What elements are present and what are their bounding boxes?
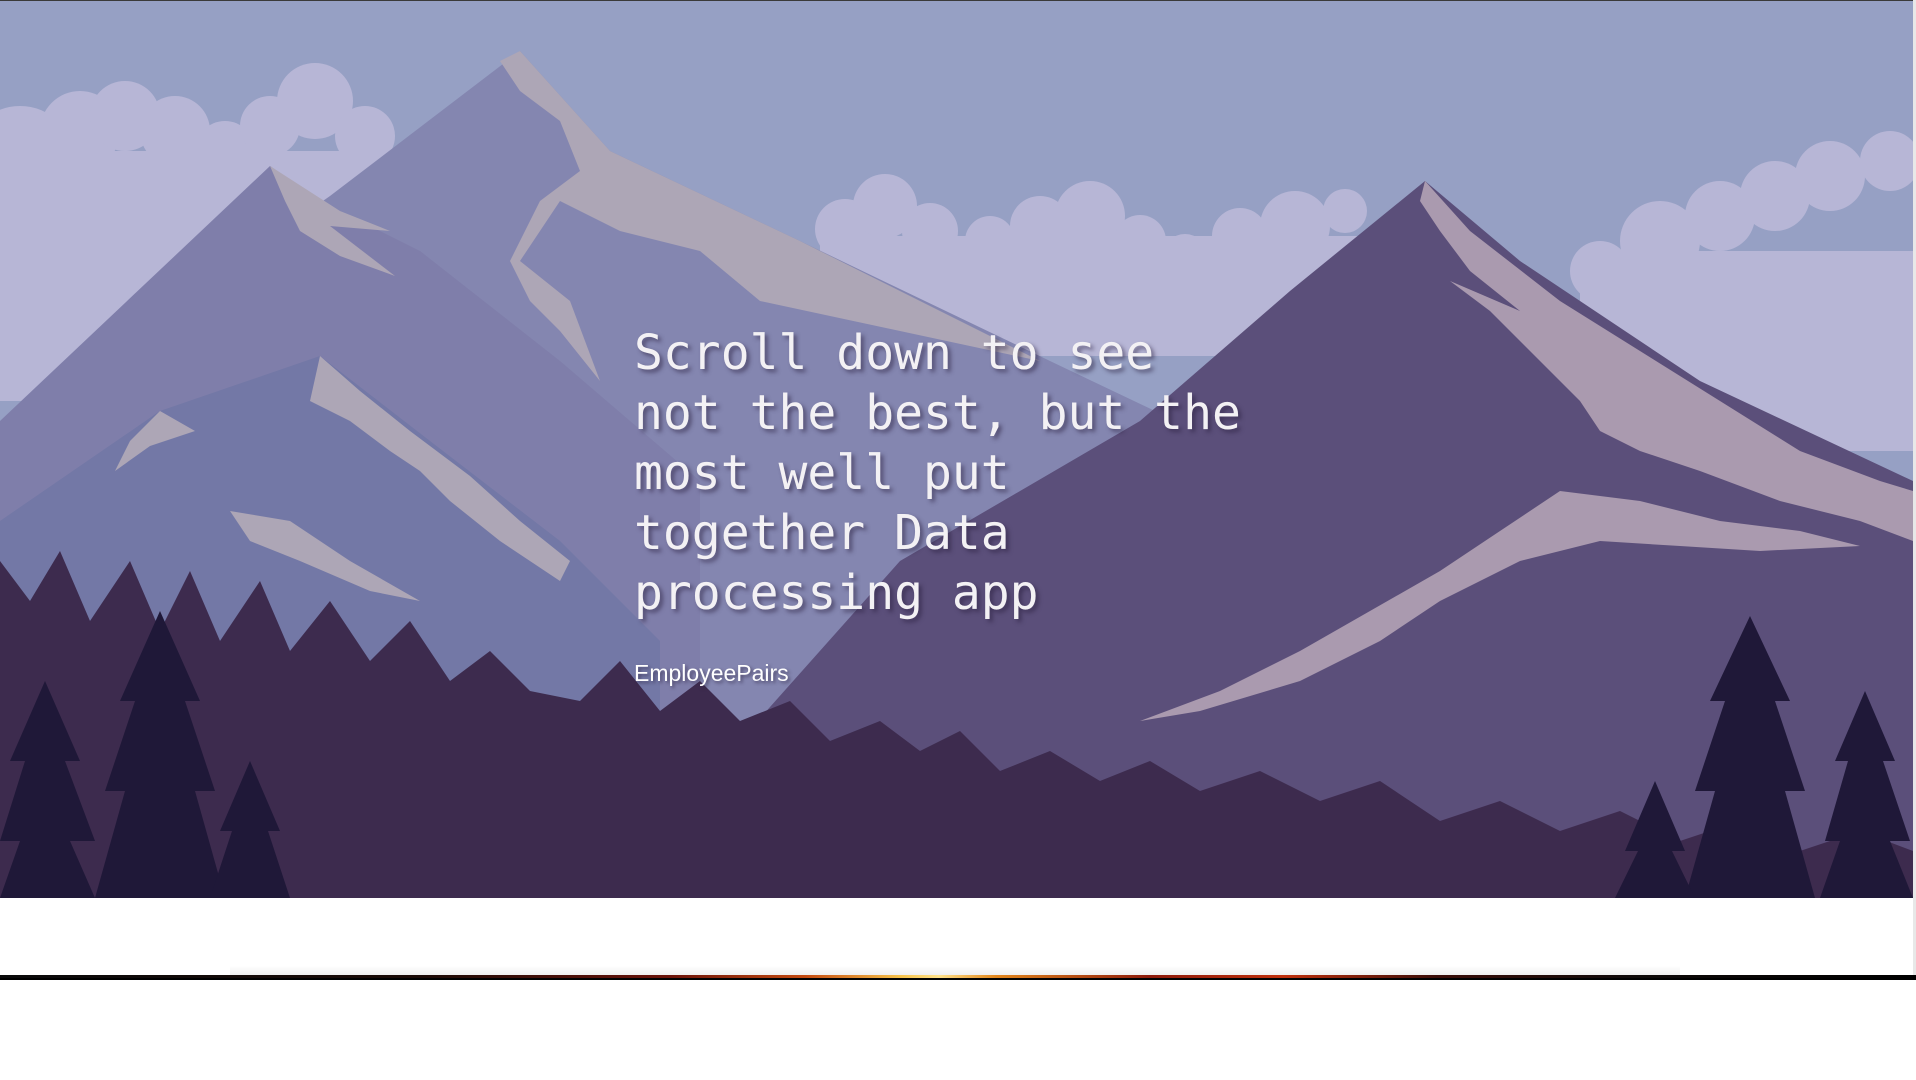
headline-line: not the best, but the <box>634 385 1241 441</box>
headline-line: Scroll down to see <box>634 325 1155 381</box>
hero-section: Scroll down to see not the best, but the… <box>0 1 1913 898</box>
landing-page: Scroll down to see not the best, but the… <box>0 0 1916 1080</box>
viewport-divider <box>0 978 1916 980</box>
hero-subtitle: EmployeePairs <box>634 660 789 686</box>
headline-line: together Data <box>634 505 1010 561</box>
hero-headline: Scroll down to see not the best, but the… <box>634 323 1334 623</box>
headline-line: most well put <box>634 445 1010 501</box>
headline-line: processing app <box>634 565 1039 621</box>
